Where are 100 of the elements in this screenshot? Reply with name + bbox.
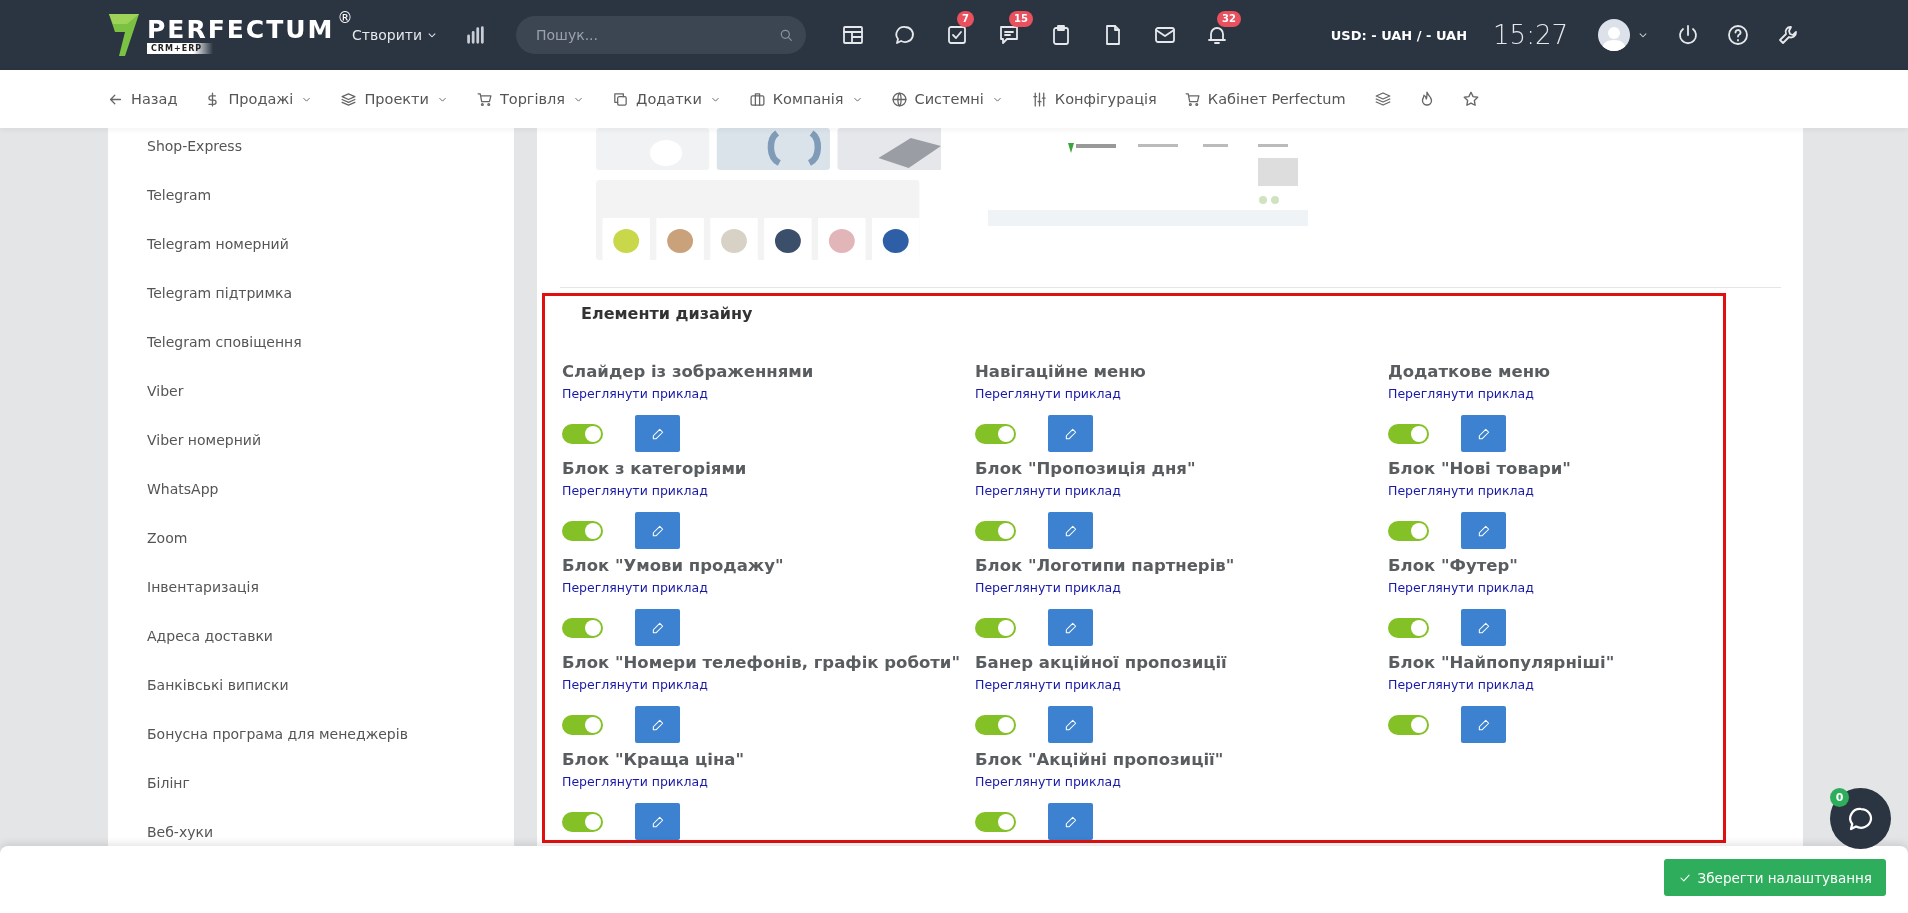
toggle-switch[interactable] [975, 617, 1016, 638]
toggle-switch[interactable] [1388, 617, 1429, 638]
pencil-icon [650, 426, 665, 441]
edit-button[interactable] [635, 415, 680, 452]
briefcase-icon [748, 90, 766, 108]
toggle-switch[interactable] [562, 423, 603, 444]
edit-button[interactable] [1048, 609, 1093, 646]
nav-menu-item[interactable]: Торгівля [499, 91, 566, 107]
pencil-icon [1063, 814, 1078, 829]
nav-menu-item[interactable]: Конфігурація [1054, 91, 1157, 107]
toggle-switch[interactable] [1388, 714, 1429, 735]
chat-icon[interactable] [893, 23, 917, 47]
power-icon[interactable] [1676, 23, 1700, 47]
pencil-icon [1063, 523, 1078, 538]
edit-button[interactable] [1048, 706, 1093, 743]
pencil-icon [650, 523, 665, 538]
element-title: Блок "Нові товари" [1388, 458, 1572, 480]
sidebar-item[interactable]: Білінг [147, 775, 190, 791]
example-link[interactable]: Переглянути приклад [975, 482, 1121, 500]
nav-menu-item[interactable]: Кабінет Perfectum [1207, 91, 1346, 107]
search-field[interactable]: Пошук... [516, 16, 806, 54]
pencil-icon [1063, 620, 1078, 635]
pencil-icon [1476, 717, 1491, 732]
example-link[interactable]: Переглянути приклад [562, 579, 708, 597]
element-title: Блок "Пропозиція дня" [975, 458, 1197, 480]
sidebar-item[interactable]: Viber номерний [147, 432, 261, 448]
toggle-switch[interactable] [562, 520, 603, 541]
edit-button[interactable] [1048, 415, 1093, 452]
edit-button[interactable] [1048, 512, 1093, 549]
message-icon[interactable] [997, 23, 1021, 47]
nav-menu-item[interactable]: Компанія [772, 91, 844, 107]
sidebar-item[interactable]: Веб-хуки [147, 824, 214, 840]
pencil-icon [1063, 426, 1078, 441]
example-link[interactable]: Переглянути приклад [1388, 385, 1534, 403]
sliders-icon [1030, 90, 1048, 108]
nav-menu-item[interactable]: Продажі [228, 91, 294, 107]
toggle-switch[interactable] [975, 811, 1016, 832]
toggle-switch[interactable] [975, 520, 1016, 541]
sidebar-item[interactable]: Shop-Express [147, 138, 242, 154]
element-title: Банер акційної пропозиції [975, 652, 1228, 674]
element-title: Блок "Номери телефонів, графік роботи" [562, 652, 961, 674]
sidebar-item[interactable]: Zoom [147, 530, 188, 546]
edit-button[interactable] [1461, 706, 1506, 743]
sidebar-item[interactable]: Бонусна програма для менеджерів [147, 726, 408, 742]
sidebar-item[interactable]: Банківські виписки [147, 677, 289, 693]
nav-menu-item[interactable]: Проекти [364, 91, 429, 107]
nav-menu-item[interactable]: Назад [131, 91, 178, 107]
sidebar-item[interactable]: WhatsApp [147, 481, 219, 497]
edit-button[interactable] [1048, 803, 1093, 840]
wrench-icon[interactable] [1776, 23, 1800, 47]
layout-icon[interactable] [841, 23, 865, 47]
example-link[interactable]: Переглянути приклад [975, 773, 1121, 791]
example-link[interactable]: Переглянути приклад [1388, 482, 1534, 500]
chat-button[interactable] [1830, 788, 1891, 849]
toggle-switch[interactable] [975, 714, 1016, 735]
edit-button[interactable] [1461, 415, 1506, 452]
sidebar-item[interactable]: Telegram номерний [147, 236, 289, 252]
element-title: Навігаційне меню [975, 361, 1147, 383]
sidebar-item[interactable]: Telegram підтримка [147, 285, 293, 301]
edit-button[interactable] [635, 609, 680, 646]
toggle-switch[interactable] [562, 714, 603, 735]
example-link[interactable]: Переглянути приклад [562, 676, 708, 694]
pencil-icon [1476, 620, 1491, 635]
toggle-switch[interactable] [1388, 423, 1429, 444]
example-link[interactable]: Переглянути приклад [562, 773, 708, 791]
example-link[interactable]: Переглянути приклад [975, 385, 1121, 403]
example-link[interactable]: Переглянути приклад [562, 385, 708, 403]
logo-text: PERFECTUM [147, 16, 335, 43]
edit-button[interactable] [635, 706, 680, 743]
sidebar-item[interactable]: Telegram сповіщення [147, 334, 302, 350]
example-link[interactable]: Переглянути приклад [562, 482, 708, 500]
element-title: Блок "Найпопулярніші" [1388, 652, 1616, 674]
nav-menu-item[interactable]: Системні [914, 91, 984, 107]
toggle-switch[interactable] [562, 617, 603, 638]
star-icon[interactable] [1462, 90, 1480, 108]
layers-icon [340, 90, 358, 108]
checkbox-icon[interactable] [945, 23, 969, 47]
sidebar-item[interactable]: Інвентаризація [147, 579, 259, 595]
example-link[interactable]: Переглянути приклад [975, 579, 1121, 597]
pencil-icon [1476, 426, 1491, 441]
sidebar-item[interactable]: Viber [147, 383, 184, 399]
toggle-switch[interactable] [562, 811, 603, 832]
edit-button[interactable] [1461, 512, 1506, 549]
bar-chart-icon[interactable] [464, 24, 486, 46]
avatar[interactable] [1598, 19, 1630, 51]
example-link[interactable]: Переглянути приклад [1388, 579, 1534, 597]
edit-button[interactable] [635, 803, 680, 840]
example-link[interactable]: Переглянути приклад [1388, 676, 1534, 694]
sidebar-item[interactable]: Telegram [147, 187, 212, 203]
layers-icon[interactable] [1374, 90, 1392, 108]
help-icon[interactable] [1726, 23, 1750, 47]
nav-menu-item[interactable]: Додатки [636, 91, 702, 107]
edit-button[interactable] [635, 512, 680, 549]
toggle-switch[interactable] [1388, 520, 1429, 541]
edit-button[interactable] [1461, 609, 1506, 646]
globe-icon [890, 90, 908, 108]
create-menu[interactable]: Створити [352, 27, 439, 43]
sidebar-item[interactable]: Адреса доставки [147, 628, 273, 644]
toggle-switch[interactable] [975, 423, 1016, 444]
example-link[interactable]: Переглянути приклад [975, 676, 1121, 694]
